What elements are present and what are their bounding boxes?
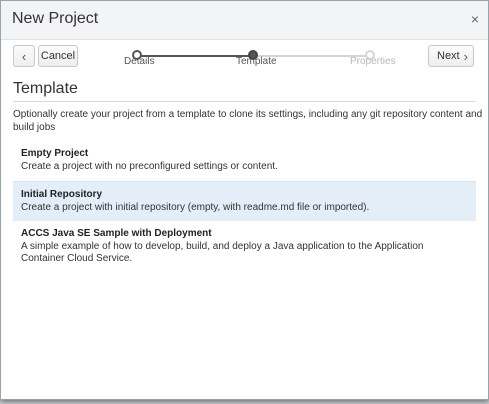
new-project-dialog: New Project × ‹ Cancel Details Template … [0, 0, 489, 400]
step-label-properties: Properties [350, 56, 396, 67]
cancel-button[interactable]: Cancel [38, 45, 78, 67]
chevron-right-icon: › [463, 49, 468, 64]
step-label-details[interactable]: Details [124, 56, 155, 67]
chevron-left-icon: ‹ [21, 48, 27, 64]
template-list: Empty Project Create a project with no p… [13, 145, 476, 269]
close-icon[interactable]: × [471, 11, 479, 27]
dialog-title: New Project [12, 10, 99, 27]
heading-divider [13, 101, 476, 102]
step-label-template[interactable]: Template [236, 56, 277, 67]
template-option-description: Create a project with initial repository… [21, 202, 370, 213]
template-option-title: Empty Project [21, 148, 89, 159]
dialog-titlebar: New Project × [1, 1, 488, 40]
section-heading: Template [13, 80, 78, 97]
template-option-title: ACCS Java SE Sample with Deployment [21, 228, 212, 239]
wizard-bar: ‹ Cancel Details Template Properties Nex… [1, 40, 488, 80]
template-option-title: Initial Repository [21, 189, 103, 200]
next-button[interactable]: Next › [428, 45, 474, 67]
template-option-description: Create a project with no preconfigured s… [21, 161, 278, 172]
template-option-accs-java-se-sample[interactable]: ACCS Java SE Sample with Deployment A si… [13, 225, 476, 265]
template-option-empty-project[interactable]: Empty Project Create a project with no p… [13, 145, 476, 177]
template-option-initial-repository[interactable]: Initial Repository Create a project with… [13, 181, 476, 221]
section-intro: Optionally create your project from a te… [13, 109, 483, 133]
back-button[interactable]: ‹ [13, 45, 35, 67]
next-button-label: Next [437, 50, 460, 62]
template-option-description: A simple example of how to develop, buil… [21, 241, 424, 264]
